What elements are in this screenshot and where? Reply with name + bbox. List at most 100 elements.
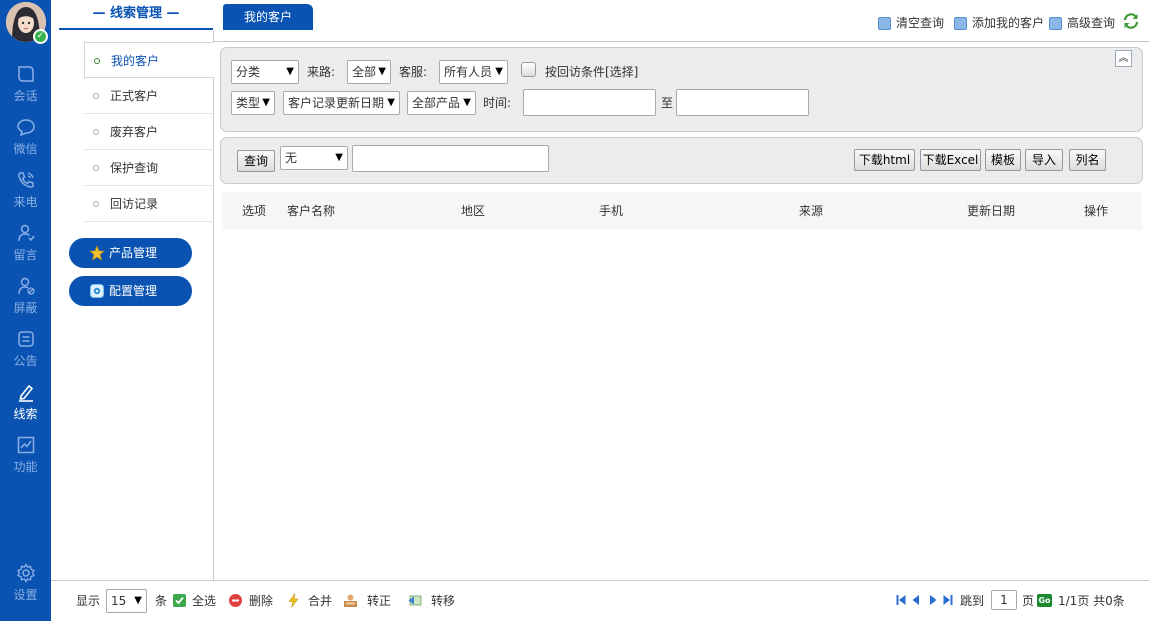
rail-label: 线索 <box>13 407 38 421</box>
product-management-button[interactable]: 产品管理 <box>69 238 192 268</box>
convert-button[interactable]: 转正 <box>367 591 391 611</box>
add-my-customer-button[interactable]: 添加我的客户 <box>954 15 1044 31</box>
config-icon <box>90 284 104 298</box>
query-button[interactable]: 查询 <box>237 150 275 172</box>
rail-item-messages[interactable]: 留言 <box>0 223 51 271</box>
category-value: 分类 <box>236 65 261 79</box>
nav-item-label: 我的客户 <box>111 54 160 68</box>
clear-icon <box>878 17 891 30</box>
service-select[interactable]: 所有人员 ▼ <box>439 60 508 84</box>
search-icon <box>1049 17 1062 30</box>
rail-item-leads[interactable]: 线索 <box>0 382 51 430</box>
download-html-button[interactable]: 下载html <box>854 149 915 171</box>
source-select[interactable]: 全部 ▼ <box>347 60 391 84</box>
show-label: 显示 <box>76 594 101 608</box>
date-field-select[interactable]: 客户记录更新日期 ▼ <box>283 91 400 115</box>
dropdown-arrow-icon: ▼ <box>262 97 270 108</box>
lightning-icon <box>288 593 299 608</box>
notice-icon <box>17 331 34 347</box>
download-excel-button[interactable]: 下载Excel <box>920 149 981 171</box>
nav-item-my-customers[interactable]: 我的客户 <box>84 42 214 78</box>
product-value: 全部产品 <box>412 96 461 110</box>
rail-item-calls[interactable]: 来电 <box>0 170 51 218</box>
rail-item-wechat[interactable]: 微信 <box>0 117 51 165</box>
rail-item-blocked[interactable]: 屏蔽 <box>0 276 51 324</box>
nav-item-formal-customers[interactable]: 正式客户 <box>84 78 214 114</box>
search-field-select[interactable]: 无 ▼ <box>280 146 348 170</box>
bullet-icon <box>93 129 99 135</box>
footer-bar: 显示 15 ▼ 条 全选 删除 合并 转正 转移 跳到 1 页 Go 1/1页 共… <box>51 580 1149 621</box>
config-management-button[interactable]: 配置管理 <box>69 276 192 306</box>
product-select[interactable]: 全部产品 ▼ <box>407 91 476 115</box>
column-header: 选项 <box>242 204 267 218</box>
nav-item-label: 保护查询 <box>110 161 159 175</box>
columns-button[interactable]: 列名 <box>1069 149 1106 171</box>
column-header: 客户名称 <box>287 204 336 218</box>
rail-item-chat[interactable]: 会话 <box>0 64 51 112</box>
select-all-button[interactable]: 全选 <box>192 591 216 611</box>
delete-icon <box>229 594 242 607</box>
next-page-icon[interactable] <box>928 594 938 606</box>
import-button[interactable]: 导入 <box>1025 149 1063 171</box>
pill-label: 配置管理 <box>109 284 158 298</box>
page-size-select[interactable]: 15 ▼ <box>106 589 147 613</box>
last-page-icon[interactable] <box>943 594 953 606</box>
visit-condition-label[interactable]: 按回访条件[选择] <box>545 60 638 84</box>
type-select[interactable]: 类型 ▼ <box>231 91 275 115</box>
type-value: 类型 <box>236 96 261 110</box>
nav-item-protection-query[interactable]: 保护查询 <box>84 150 214 186</box>
template-button[interactable]: 模板 <box>985 149 1021 171</box>
column-header: 更新日期 <box>967 204 1016 218</box>
collapse-icon[interactable]: ︽ <box>1115 50 1132 67</box>
transfer-icon <box>408 595 422 606</box>
advanced-query-button[interactable]: 高级查询 <box>1049 15 1115 31</box>
clear-query-label: 清空查询 <box>896 16 945 30</box>
message-user-icon <box>17 224 35 242</box>
nav-item-visit-records[interactable]: 回访记录 <box>84 186 214 222</box>
rail-label: 会话 <box>13 89 38 103</box>
page-input[interactable]: 1 <box>991 590 1017 610</box>
section-title: — 线索管理 — <box>59 0 213 30</box>
rail-item-notice[interactable]: 公告 <box>0 329 51 377</box>
nav-item-label: 正式客户 <box>110 89 159 103</box>
visit-condition-checkbox[interactable] <box>521 62 536 77</box>
table-header: 选项 客户名称 地区 手机 来源 更新日期 操作 <box>222 192 1142 230</box>
avatar[interactable]: ✓ <box>6 2 48 44</box>
page-label: 页 <box>1022 594 1035 608</box>
rail-item-functions[interactable]: 功能 <box>0 435 51 483</box>
clear-query-button[interactable]: 清空查询 <box>878 15 944 31</box>
delete-button[interactable]: 删除 <box>249 591 273 611</box>
bullet-icon <box>93 201 99 207</box>
tab-my-customers[interactable]: 我的客户 <box>223 4 313 30</box>
nav-item-label: 废弃客户 <box>110 125 159 139</box>
rail-label: 功能 <box>13 460 38 474</box>
refresh-icon[interactable] <box>1122 12 1140 30</box>
search-input[interactable] <box>352 145 549 172</box>
column-header: 来源 <box>799 204 824 218</box>
rail-label: 设置 <box>13 588 38 602</box>
dropdown-arrow-icon: ▼ <box>134 595 142 606</box>
app-sidebar: ✓ 会话 微信 来电 留言 屏蔽 公告 线索 功能 设置 <box>0 0 51 621</box>
start-date-input[interactable] <box>523 89 656 116</box>
prev-page-icon[interactable] <box>911 594 921 606</box>
first-page-icon[interactable] <box>896 594 906 606</box>
merge-button[interactable]: 合并 <box>308 591 332 611</box>
go-button[interactable]: Go <box>1037 594 1052 607</box>
bullet-icon <box>94 58 100 64</box>
dropdown-arrow-icon: ▼ <box>286 66 294 77</box>
end-date-input[interactable] <box>676 89 809 116</box>
page-size-value: 15 <box>111 594 127 608</box>
leads-nav: 我的客户 正式客户 废弃客户 保护查询 回访记录 产品管理 配置管理 <box>51 30 214 581</box>
rail-label: 屏蔽 <box>13 301 38 315</box>
nav-item-abandoned-customers[interactable]: 废弃客户 <box>84 114 214 150</box>
chat-bubble-icon <box>17 66 34 82</box>
add-my-customer-label: 添加我的客户 <box>972 16 1045 30</box>
unit-label: 条 <box>155 594 168 608</box>
category-select[interactable]: 分类 ▼ <box>231 60 299 84</box>
star-icon <box>89 245 105 261</box>
user-box-icon <box>344 594 357 607</box>
rail-item-settings[interactable]: 设置 <box>0 563 51 611</box>
to-label: 至 <box>661 96 674 110</box>
service-value: 所有人员 <box>444 65 493 79</box>
transfer-button[interactable]: 转移 <box>431 591 455 611</box>
